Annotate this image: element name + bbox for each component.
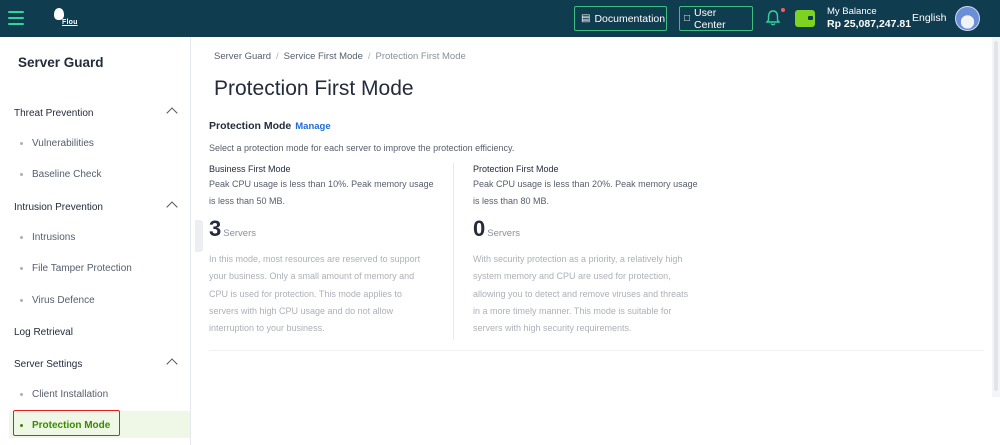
mode-limit: Peak CPU usage is less than 10%. Peak me… bbox=[209, 176, 449, 210]
mode-description-line: With security protection as a priority, … bbox=[473, 254, 683, 264]
documentation-label: Documentation bbox=[594, 12, 666, 25]
user-center-label: User Center bbox=[694, 6, 726, 31]
user-center-button[interactable]: □ User Center bbox=[679, 6, 753, 31]
breadcrumb-item-service-first-mode[interactable]: Service First Mode bbox=[284, 51, 363, 62]
mode-limit-line: is less than 50 MB. bbox=[209, 196, 286, 206]
page-scrollbar[interactable] bbox=[992, 37, 1000, 397]
sidebar-group-threat-prevention[interactable]: Threat Prevention bbox=[14, 107, 180, 119]
server-count: 3 Servers bbox=[209, 218, 449, 245]
mode-description: With security protection as a priority, … bbox=[473, 251, 713, 337]
breadcrumb: Server Guard / Service First Mode / Protecti… bbox=[214, 51, 466, 62]
monitor-icon: □ bbox=[684, 13, 691, 24]
server-count-value: 3 bbox=[209, 216, 222, 241]
breadcrumb-separator: / bbox=[276, 51, 279, 62]
sidebar-item-label: Virus Defence bbox=[32, 295, 95, 306]
mode-description-line: your business. Only a small amount of me… bbox=[209, 271, 415, 282]
business-first-mode-card: Business First Mode Peak CPU usage is le… bbox=[209, 164, 449, 337]
mode-limit-line: Peak CPU usage is less than 10%. Peak me… bbox=[209, 179, 434, 189]
mode-limit-line: Peak CPU usage is less than 20%. Peak me… bbox=[473, 179, 698, 189]
server-count-unit: Servers bbox=[223, 228, 256, 239]
balance-label: My Balance bbox=[827, 6, 877, 17]
sidebar-item-virus-defence[interactable]: Virus Defence bbox=[20, 295, 95, 306]
menu-icon[interactable] bbox=[8, 11, 24, 25]
sidebar-group-label: Server Settings bbox=[14, 359, 83, 370]
balance-value: Rp 25,087,247.81 bbox=[827, 18, 912, 30]
mode-name: Protection First Mode bbox=[473, 164, 559, 174]
sidebar-group-intrusion-prevention[interactable]: Intrusion Prevention bbox=[14, 201, 180, 213]
sidebar-group-label: Threat Prevention bbox=[14, 108, 94, 119]
bullet-icon bbox=[20, 172, 23, 176]
bullet-icon bbox=[20, 266, 23, 270]
user-avatar[interactable] bbox=[955, 6, 980, 31]
sidebar-item-baseline-check[interactable]: Baseline Check bbox=[20, 169, 101, 180]
mode-limit: Peak CPU usage is less than 20%. Peak me… bbox=[473, 176, 713, 210]
mode-description-line: CPU is used for protection. This mode ap… bbox=[209, 288, 402, 299]
sidebar-item-client-installation[interactable]: Client Installation bbox=[20, 389, 108, 400]
sidebar-item-vulnerabilities[interactable]: Vulnerabilities bbox=[20, 138, 94, 149]
mode-description-line: interruption to your business. bbox=[209, 323, 325, 334]
horizontal-divider bbox=[209, 350, 984, 351]
chevron-up-icon bbox=[166, 107, 178, 119]
sidebar-group-label: Intrusion Prevention bbox=[14, 202, 103, 213]
server-count-value: 0 bbox=[473, 216, 486, 241]
sidebar-item-label: Intrusions bbox=[32, 232, 76, 243]
brand-logo[interactable]: Flou bbox=[54, 8, 78, 30]
bullet-icon bbox=[20, 298, 23, 302]
sidebar-collapse-handle[interactable] bbox=[195, 220, 203, 252]
manage-link[interactable]: Manage bbox=[295, 121, 330, 132]
sidebar-group-server-settings[interactable]: Server Settings bbox=[14, 358, 180, 370]
chevron-up-icon bbox=[166, 201, 178, 213]
mode-description-line: system memory and CPU are used for prote… bbox=[473, 271, 671, 282]
sidebar-item-label: File Tamper Protection bbox=[32, 263, 132, 274]
notification-badge bbox=[780, 7, 786, 13]
wallet-icon[interactable] bbox=[795, 10, 815, 27]
mode-description-line: servers with high security requirements. bbox=[473, 323, 632, 334]
server-count-unit: Servers bbox=[487, 228, 520, 239]
sidebar-title: Server Guard bbox=[18, 55, 104, 70]
bell-icon[interactable] bbox=[765, 9, 781, 27]
section-header: Protection Mode Manage bbox=[209, 120, 331, 132]
sidebar-item-intrusions[interactable]: Intrusions bbox=[20, 232, 75, 243]
vertical-divider bbox=[453, 163, 454, 340]
sidebar-group-log-retrieval[interactable]: Log Retrieval bbox=[14, 327, 180, 338]
sidebar-item-label: Vulnerabilities bbox=[32, 138, 94, 149]
mode-description-line: servers with high CPU usage and do not a… bbox=[209, 305, 394, 316]
breadcrumb-item-current: Protection First Mode bbox=[375, 51, 466, 62]
section-description: Select a protection mode for each server… bbox=[209, 143, 515, 153]
mode-description: In this mode, most resources are reserve… bbox=[209, 251, 449, 337]
sidebar-item-file-tamper-protection[interactable]: File Tamper Protection bbox=[20, 263, 132, 274]
bullet-icon bbox=[20, 392, 23, 396]
sidebar: Server Guard Threat Prevention Vulnerabi… bbox=[0, 37, 191, 445]
selection-outline bbox=[13, 410, 120, 436]
protection-first-mode-card: Protection First Mode Peak CPU usage is … bbox=[473, 164, 713, 337]
section-title: Protection Mode bbox=[209, 120, 292, 132]
mode-description-line: in a more timely manner. This mode is su… bbox=[473, 305, 672, 316]
document-icon: ▤ bbox=[581, 13, 591, 24]
page-title: Protection First Mode bbox=[214, 77, 414, 100]
top-navigation-bar: Flou ▤ Documentation □ User Center My Ba… bbox=[0, 0, 1000, 37]
sidebar-item-label: Baseline Check bbox=[32, 169, 102, 180]
server-count: 0 Servers bbox=[473, 218, 713, 245]
bullet-icon bbox=[20, 141, 23, 145]
chevron-up-icon bbox=[166, 358, 178, 370]
bullet-icon bbox=[20, 235, 23, 239]
sidebar-group-label: Log Retrieval bbox=[14, 327, 73, 338]
documentation-button[interactable]: ▤ Documentation bbox=[574, 6, 667, 31]
balance-display[interactable]: My Balance Rp 25,087,247.81 bbox=[827, 6, 911, 30]
breadcrumb-separator: / bbox=[367, 51, 371, 62]
mode-limit-line: is less than 80 MB. bbox=[473, 196, 550, 206]
language-selector[interactable]: English bbox=[912, 12, 946, 24]
mode-name: Business First Mode bbox=[209, 164, 291, 174]
breadcrumb-item-server-guard[interactable]: Server Guard bbox=[214, 51, 271, 62]
mode-description-line: allowing you to detect and remove viruse… bbox=[473, 288, 689, 299]
mode-description-line: In this mode, most resources are reserve… bbox=[209, 254, 421, 264]
sidebar-item-label: Client Installation bbox=[32, 389, 109, 400]
logo-text: Flou bbox=[62, 19, 78, 26]
